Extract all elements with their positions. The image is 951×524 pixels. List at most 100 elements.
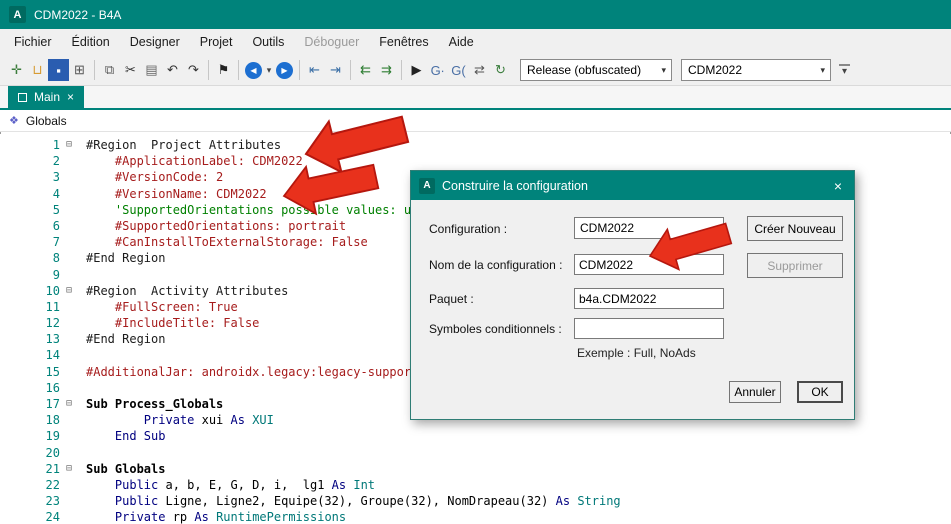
- modules-icon[interactable]: ⊞: [69, 59, 90, 81]
- save-icon[interactable]: ▪: [48, 59, 69, 81]
- menu-item-fenetres[interactable]: Fenêtres: [369, 31, 438, 53]
- line-number: 19: [45, 429, 60, 444]
- new-module-icon[interactable]: ✛: [6, 59, 27, 81]
- line-number: 18: [45, 413, 60, 428]
- code-text: #AdditionalJar: androidx.legacy:legacy-s…: [78, 364, 418, 380]
- code-line[interactable]: 1 ⊟ #Region Project Attributes: [0, 137, 951, 153]
- run-icon[interactable]: ▶: [406, 59, 427, 81]
- chevron-down-icon[interactable]: ▾: [708, 223, 723, 234]
- build-configuration-select[interactable]: Release (obfuscated) ▾: [520, 59, 672, 81]
- bookmark-icon[interactable]: ⚑: [213, 59, 234, 81]
- code-token: As: [555, 494, 571, 509]
- app-logo-icon: A: [9, 6, 26, 23]
- menu-item-outils[interactable]: Outils: [242, 31, 294, 53]
- globals-icon: ❖: [9, 115, 19, 127]
- menu-item-designer[interactable]: Designer: [120, 31, 190, 53]
- code-line[interactable]: 2 #ApplicationLabel: CDM2022: [0, 153, 951, 169]
- tab-close-icon[interactable]: ×: [67, 90, 74, 104]
- chevron-down-icon[interactable]: ▾: [656, 65, 671, 76]
- package-label: Paquet :: [429, 292, 474, 306]
- comment-icon[interactable]: ⇇: [355, 59, 376, 81]
- conditional-symbols-label: Symboles conditionnels :: [429, 322, 562, 336]
- paste-icon[interactable]: ▤: [141, 59, 162, 81]
- open-icon[interactable]: ⊔: [27, 59, 48, 81]
- redo-icon[interactable]: ↷: [183, 59, 204, 81]
- code-token: #IncludeTitle: False: [86, 316, 260, 331]
- rebuild-icon[interactable]: ↻: [490, 59, 511, 81]
- toolbar: ✛ ⊔ ▪ ⊞ ⧉ ✂ ▤ ↶ ↷ ⚑ ◀ ▾ ▶ ⇤ ⇥ ⇇ ⇉ ▶ G∙ G(⇄ ↻ Release (obfusca…: [0, 55, 951, 86]
- dialog-title-bar[interactable]: A Construire la configuration ×: [411, 171, 854, 200]
- outdent-icon[interactable]: ⇤: [304, 59, 325, 81]
- module-select-value: CDM2022: [688, 63, 743, 77]
- code-text: Private xui As XUI: [78, 412, 274, 428]
- line-number: 3: [52, 170, 60, 185]
- fold-gutter: [60, 428, 78, 444]
- code-line[interactable]: 22 Public a, b, E, G, D, i, lg1 As Int: [0, 477, 951, 493]
- line-number: 13: [45, 332, 60, 347]
- configuration-name-input[interactable]: [574, 254, 724, 275]
- fold-gutter: [60, 153, 78, 169]
- goto-event-icon[interactable]: G∙: [427, 59, 448, 81]
- conditional-symbols-input[interactable]: [574, 318, 724, 339]
- menu-item-projet[interactable]: Projet: [190, 31, 243, 53]
- cut-icon[interactable]: ✂: [120, 59, 141, 81]
- fold-collapse-icon[interactable]: ⊟: [60, 137, 78, 153]
- fold-gutter: [60, 477, 78, 493]
- close-icon[interactable]: ×: [830, 178, 846, 194]
- uncomment-icon[interactable]: ⇉: [376, 59, 397, 81]
- code-line[interactable]: 20: [0, 445, 951, 461]
- code-line[interactable]: 21 ⊟ Sub Globals: [0, 461, 951, 477]
- ok-button[interactable]: OK: [797, 381, 843, 403]
- code-navigation-bar: ❖ Globals: [0, 110, 951, 132]
- navigate-forward-icon[interactable]: ▶: [276, 61, 293, 79]
- code-text: #CanInstallToExternalStorage: False: [78, 234, 368, 250]
- goto-sub-icon[interactable]: G(: [448, 59, 469, 81]
- code-line[interactable]: 23 Public Ligne, Ligne2, Equipe(32), Gro…: [0, 493, 951, 509]
- line-number: 17: [45, 397, 60, 411]
- current-scope-label[interactable]: Globals: [26, 114, 67, 128]
- fold-collapse-icon[interactable]: ⊟: [60, 283, 78, 299]
- undo-icon[interactable]: ↶: [162, 59, 183, 81]
- code-token: #End Region: [86, 332, 166, 347]
- code-token: Private: [143, 413, 195, 428]
- line-number: 2: [52, 154, 60, 169]
- code-line[interactable]: 19 End Sub: [0, 428, 951, 444]
- indent-icon[interactable]: ⇥: [325, 59, 346, 81]
- menu-item-edition[interactable]: Édition: [62, 31, 120, 53]
- module-select[interactable]: CDM2022 ▾: [681, 59, 831, 81]
- code-text: End Sub: [78, 428, 166, 444]
- menu-item-fichier[interactable]: Fichier: [4, 31, 62, 53]
- configuration-label: Configuration :: [429, 222, 508, 236]
- copy-icon[interactable]: ⧉: [99, 59, 120, 81]
- switch-module-icon[interactable]: ⇄: [469, 59, 490, 81]
- line-number: 9: [52, 267, 60, 282]
- build-configuration-select-value: Release (obfuscated): [527, 63, 642, 77]
- tab-bar: Main ×: [0, 86, 951, 110]
- code-text: Public a, b, E, G, D, i, lg1 As Int: [78, 477, 375, 493]
- toolbar-separator: [401, 60, 402, 80]
- toolbar-separator: [350, 60, 351, 80]
- create-new-button[interactable]: Créer Nouveau: [747, 216, 843, 241]
- back-dropdown-icon[interactable]: ▾: [264, 59, 274, 81]
- cancel-button[interactable]: Annuler: [729, 381, 781, 403]
- package-input[interactable]: [574, 288, 724, 309]
- menu-item-aide[interactable]: Aide: [439, 31, 484, 53]
- configuration-select-value: CDM2022: [580, 221, 635, 235]
- code-line[interactable]: 24 Private rp As RuntimePermissions: [0, 509, 951, 524]
- configuration-select[interactable]: CDM2022 ▾: [574, 217, 724, 239]
- toolbar-separator: [299, 60, 300, 80]
- code-text: Sub Process_Globals: [78, 396, 223, 412]
- toolbar-overflow-button[interactable]: ▾: [839, 63, 851, 77]
- line-number: 8: [52, 251, 60, 266]
- code-text: Sub Globals: [78, 461, 165, 477]
- chevron-down-icon[interactable]: ▾: [815, 65, 830, 76]
- fold-collapse-icon[interactable]: ⊟: [60, 461, 78, 477]
- fold-collapse-icon[interactable]: ⊟: [60, 396, 78, 412]
- navigate-back-icon[interactable]: ◀: [245, 61, 262, 79]
- tab-main[interactable]: Main ×: [8, 86, 85, 108]
- fold-gutter: [60, 509, 78, 524]
- code-text: #FullScreen: True: [78, 299, 238, 315]
